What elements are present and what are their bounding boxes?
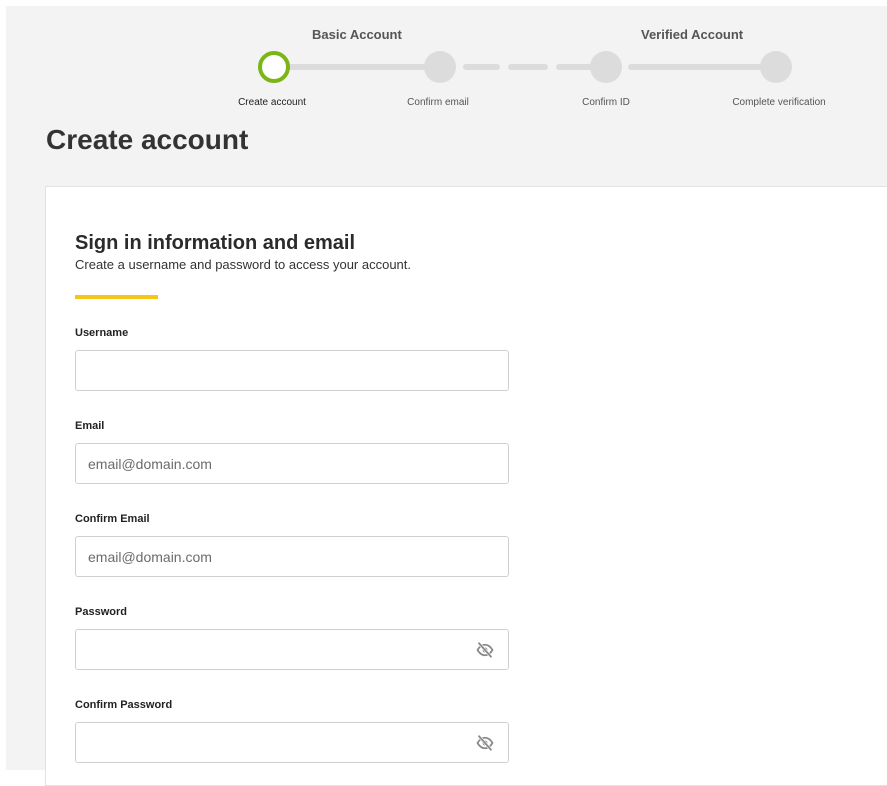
step-confirm-email-indicator xyxy=(424,51,456,83)
email-label: Email xyxy=(75,420,105,432)
section-title: Sign in information and email xyxy=(75,232,356,254)
stepper-group-basic-account: Basic Account xyxy=(312,27,402,42)
stepper-track xyxy=(281,64,431,70)
page-background: Basic Account Verified Account Create ac… xyxy=(6,6,887,786)
confirm-password-field-container xyxy=(75,722,509,763)
step-create-account-indicator xyxy=(258,51,290,83)
step-create-account-label: Create account xyxy=(238,97,306,108)
step-confirm-id-indicator xyxy=(590,51,622,83)
password-input[interactable] xyxy=(76,630,508,669)
account-form-card: Sign in information and email Create a u… xyxy=(45,186,887,786)
page-title: Create account xyxy=(46,124,249,155)
username-label: Username xyxy=(75,327,129,339)
eye-slash-icon[interactable] xyxy=(476,734,494,752)
confirm-password-label: Confirm Password xyxy=(75,699,173,711)
eye-slash-icon[interactable] xyxy=(476,641,494,659)
stepper-track-divider xyxy=(508,64,548,70)
step-confirm-email-label: Confirm email xyxy=(407,97,469,108)
username-input[interactable] xyxy=(76,351,508,390)
confirm-password-input[interactable] xyxy=(76,723,508,762)
confirm-email-input[interactable] xyxy=(76,537,508,576)
section-accent-bar xyxy=(75,295,158,299)
confirm-email-label: Confirm Email xyxy=(75,513,150,525)
section-subtitle: Create a username and password to access… xyxy=(75,257,412,272)
step-complete-verification-indicator xyxy=(760,51,792,83)
stepper-track xyxy=(628,64,773,70)
step-complete-verification-label: Complete verification xyxy=(732,97,826,108)
password-label: Password xyxy=(75,606,127,618)
step-confirm-id-label: Confirm ID xyxy=(582,97,630,108)
confirm-email-field-container xyxy=(75,536,509,577)
stepper-group-verified-account: Verified Account xyxy=(641,27,744,42)
email-input[interactable] xyxy=(76,444,508,483)
stepper-track xyxy=(463,64,500,70)
email-field-container xyxy=(75,443,509,484)
password-field-container xyxy=(75,629,509,670)
username-field-container xyxy=(75,350,509,391)
